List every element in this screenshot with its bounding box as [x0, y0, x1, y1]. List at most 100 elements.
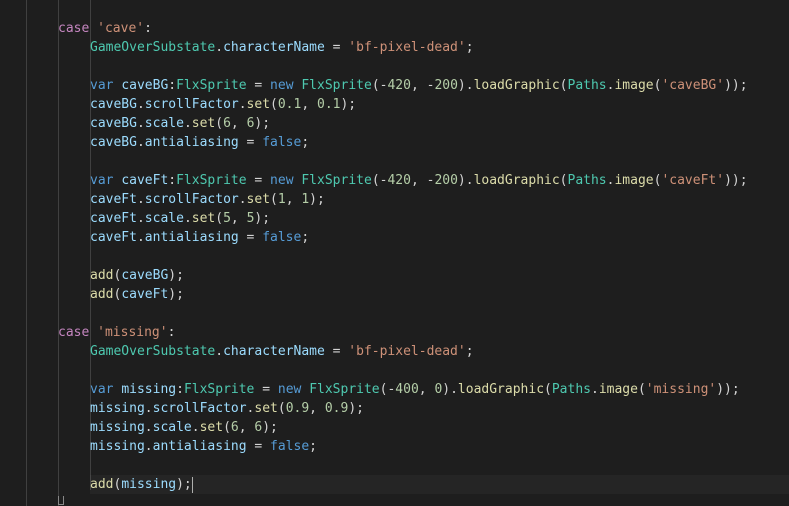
code-line[interactable]: missing.antialiasing = false; [90, 437, 317, 456]
code-token: , - [410, 173, 435, 188]
code-token: ( [544, 382, 552, 397]
code-token: : [167, 325, 176, 340]
code-token: = [246, 78, 271, 93]
code-editor[interactable]: case 'cave': GameOverSubstate.characterNa… [0, 0, 789, 506]
code-token: ); [168, 287, 184, 302]
code-token: , [230, 116, 247, 131]
code-token: ; [309, 439, 317, 454]
code-token: ( [270, 192, 278, 207]
code-token: set [254, 401, 278, 416]
code-token: add [90, 287, 114, 302]
code-token: ); [348, 401, 364, 416]
code-line[interactable]: missing.scrollFactor.set(0.9, 0.9); [90, 399, 364, 418]
code-token: false [270, 439, 310, 454]
code-token: scale [144, 211, 184, 226]
code-token: loadGraphic [457, 382, 545, 397]
code-line[interactable]: caveFt.scale.set(5, 5); [90, 209, 270, 228]
code-token: . [238, 192, 247, 207]
code-token: = [238, 135, 263, 150]
text-cursor [191, 476, 193, 493]
code-token: GameOverSubstate [90, 40, 216, 55]
code-token: ; [301, 230, 310, 245]
code-token: ); [340, 97, 357, 112]
code-token: antialiasing [144, 230, 239, 245]
code-line[interactable]: caveBG.scale.set(6, 6); [90, 114, 270, 133]
code-token: 6 [223, 116, 231, 131]
code-token: new [270, 78, 294, 93]
code-token: )); [716, 382, 740, 397]
code-token: , [238, 420, 255, 435]
code-line[interactable]: missing.scale.set(6, 6); [90, 418, 278, 437]
code-token: = [246, 439, 271, 454]
code-token: new [270, 173, 294, 188]
code-token: 'missing' [645, 382, 717, 397]
code-token: , [230, 211, 247, 226]
code-token: ; [465, 344, 474, 359]
code-line[interactable]: caveBG.scrollFactor.set(0.1, 0.1); [90, 95, 356, 114]
code-token: missing [90, 401, 145, 416]
code-token: . [136, 97, 145, 112]
code-token: . [136, 230, 145, 245]
code-token: . [136, 211, 145, 226]
code-line[interactable]: add(missing); [90, 475, 789, 494]
code-token: : [168, 173, 177, 188]
code-token: scrollFactor [144, 192, 239, 207]
code-line[interactable]: caveFt.scrollFactor.set(1, 1); [90, 190, 325, 209]
code-token: 'bf-pixel-dead' [348, 344, 466, 359]
code-line[interactable]: caveFt.antialiasing = false; [90, 228, 309, 247]
code-token: : [144, 21, 152, 36]
indent-guide [26, 0, 27, 506]
code-token: FlxSprite [176, 173, 247, 188]
code-token: 6 [230, 420, 239, 435]
code-token: scrollFactor [144, 97, 239, 112]
code-token: ); [309, 192, 325, 207]
code-token: characterName [223, 40, 325, 55]
code-token: missing [121, 477, 177, 492]
code-token: = [324, 40, 349, 55]
code-token: 0.1 [317, 97, 341, 112]
code-token: caveBG [90, 135, 137, 150]
code-token: . [215, 344, 224, 359]
code-token: 'missing' [97, 325, 168, 340]
code-token: caveFt [90, 230, 137, 245]
code-token: 1 [301, 192, 310, 207]
code-token: , - [410, 78, 435, 93]
code-token: ). [457, 173, 474, 188]
code-token: . [136, 135, 145, 150]
code-token: 200 [434, 173, 458, 188]
code-line[interactable]: caveBG.antialiasing = false; [90, 133, 309, 152]
code-token: var [90, 173, 114, 188]
code-token: 400 [395, 382, 419, 397]
code-line[interactable]: case 'missing': [58, 323, 175, 342]
code-token: loadGraphic [473, 173, 560, 188]
code-token: ); [168, 268, 184, 283]
code-line[interactable]: var missing:FlxSprite = new FlxSprite(-4… [90, 380, 740, 399]
code-token: ( [559, 78, 568, 93]
code-line[interactable]: add(caveFt); [90, 285, 184, 304]
code-token: image [614, 78, 654, 93]
code-line[interactable]: var caveFt:FlxSprite = new FlxSprite(-42… [90, 171, 748, 190]
code-token: 'caveFt' [661, 173, 725, 188]
code-line[interactable]: case 'cave': [58, 19, 152, 38]
code-line[interactable]: GameOverSubstate.characterName = 'bf-pix… [90, 342, 474, 361]
code-token: scrollFactor [152, 401, 247, 416]
code-line[interactable]: var caveBG:FlxSprite = new FlxSprite(-42… [90, 76, 748, 95]
code-token: ( [215, 211, 224, 226]
code-token: ( [270, 97, 278, 112]
code-token: caveFt [121, 173, 169, 188]
code-token: ). [457, 78, 474, 93]
code-token: 'caveBG' [661, 78, 725, 93]
code-token: ( [277, 401, 286, 416]
code-line[interactable]: add(caveBG); [90, 266, 184, 285]
code-token: missing [90, 420, 145, 435]
code-token: . [144, 439, 153, 454]
code-token: 0.1 [277, 97, 302, 112]
code-line[interactable]: GameOverSubstate.characterName = 'bf-pix… [90, 38, 474, 57]
code-token: false [262, 135, 302, 150]
code-token: , [418, 382, 435, 397]
code-token: scale [152, 420, 192, 435]
code-token: ( [215, 116, 224, 131]
code-token: Paths [551, 382, 591, 397]
